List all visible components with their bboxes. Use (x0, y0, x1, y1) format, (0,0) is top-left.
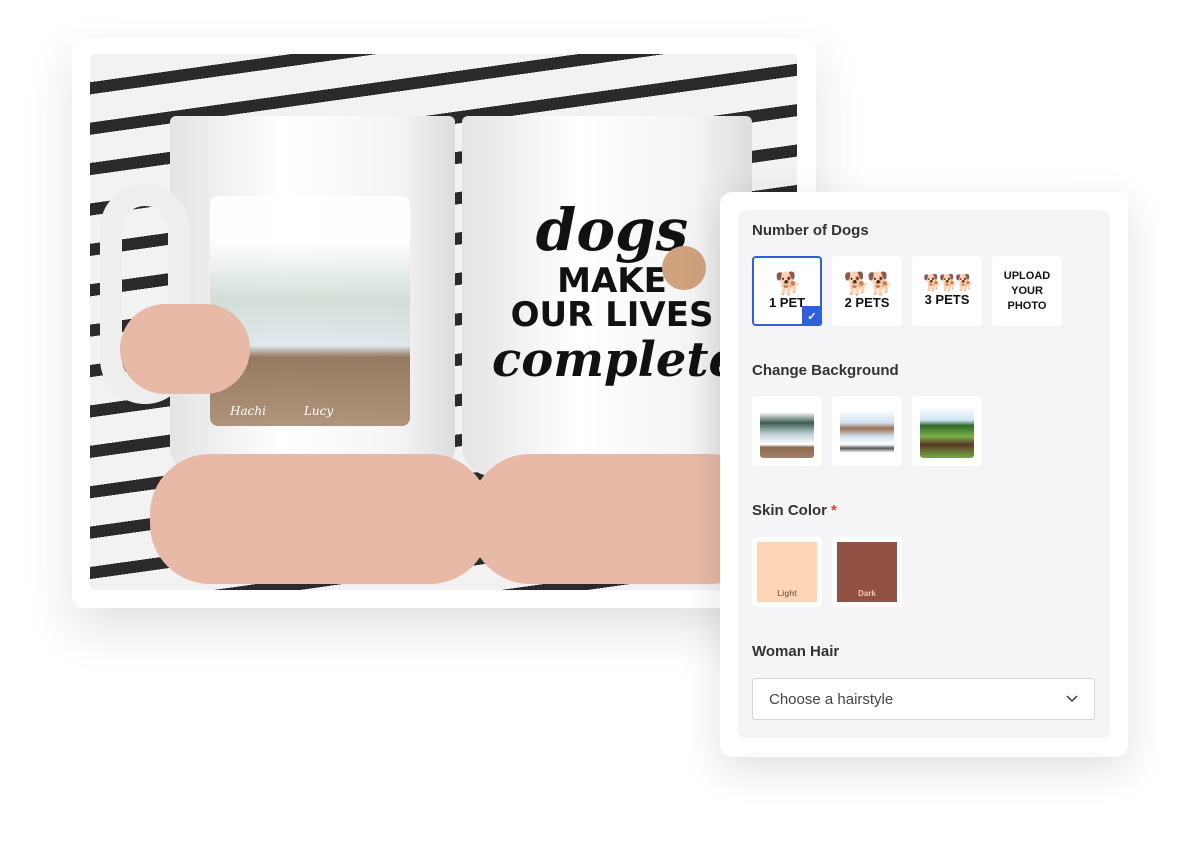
dog-icon: 🐕🐕 (843, 270, 895, 296)
woman-hair-label: Woman Hair (752, 643, 840, 660)
option-2-pets[interactable]: 🐕🐕 2 PETS (832, 256, 902, 326)
check-icon: ✓ (802, 306, 822, 326)
skin-color-light[interactable]: Light (752, 537, 822, 607)
personalization-panel: Number of Dogs 🐕 1 PET ✓ 🐕🐕 2 PETS 🐕🐕🐕 3… (720, 192, 1128, 757)
mug-right: dogs MAKE OUR LIVES complete (462, 116, 752, 476)
mug-illustration (210, 196, 410, 426)
product-photo-card: Hachi Lucy dogs MAKE OUR LIVES complete (72, 38, 816, 608)
option-1-pet[interactable]: 🐕 1 PET ✓ (752, 256, 822, 326)
option-3-pets[interactable]: 🐕🐕🐕 3 PETS (912, 256, 982, 326)
background-green-field[interactable] (912, 396, 982, 466)
skin-color-dark[interactable]: Dark (832, 537, 902, 607)
hand-left (120, 304, 250, 394)
chevron-down-icon (1066, 695, 1078, 703)
mug-left: Hachi Lucy (170, 116, 455, 476)
option-upload-photo[interactable]: UPLOAD YOUR PHOTO (992, 256, 1062, 326)
pet-owner-names: Hachi Lucy (230, 404, 334, 418)
hairstyle-select[interactable]: Choose a hairstyle (752, 678, 1095, 720)
dog-icon: 🐕🐕🐕 (923, 274, 975, 292)
background-mountains-lake[interactable] (752, 396, 822, 466)
paw-icon (662, 246, 706, 290)
background-lake-hills[interactable] (832, 396, 902, 466)
product-photo: Hachi Lucy dogs MAKE OUR LIVES complete (90, 54, 797, 590)
dog-icon: 🐕 (775, 270, 802, 296)
mug-quote: dogs MAKE OUR LIVES complete (492, 196, 740, 388)
skin-color-label: Skin Color * (752, 502, 837, 519)
number-of-dogs-label: Number of Dogs (752, 222, 869, 239)
change-background-label: Change Background (752, 362, 899, 379)
hands-bottom (150, 454, 490, 584)
